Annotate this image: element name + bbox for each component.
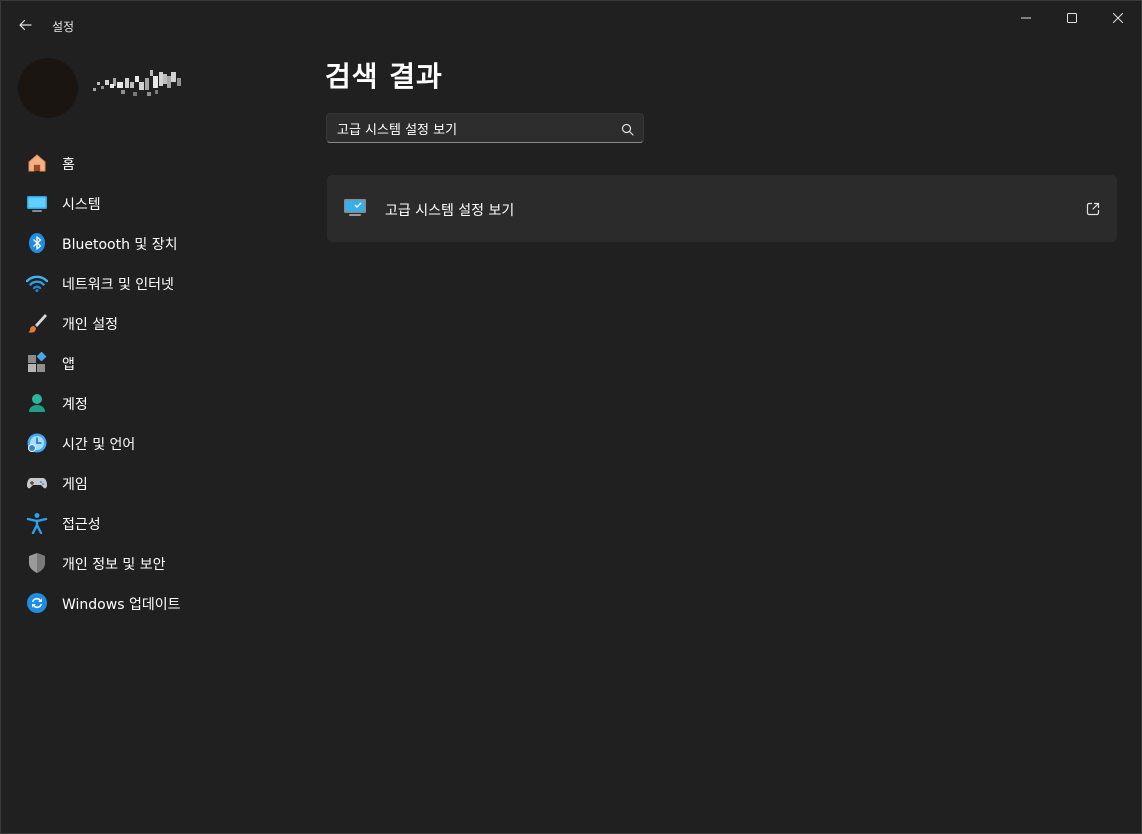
sidebar-item-label: 접근성	[62, 517, 101, 533]
avatar[interactable]	[18, 58, 78, 118]
user-name-obscured	[93, 68, 193, 104]
apps-icon	[26, 352, 48, 374]
search-box	[326, 113, 644, 143]
sidebar-item-label: 개인 정보 및 보안	[62, 557, 166, 573]
close-button[interactable]	[1095, 1, 1141, 35]
sidebar-item-accessibility[interactable]: 접근성	[15, 504, 295, 540]
sidebar-item-accounts[interactable]: 계정	[15, 384, 295, 420]
sidebar-item-windows-update[interactable]: Windows 업데이트	[15, 584, 295, 620]
sidebar-item-label: 시스템	[62, 197, 101, 213]
sidebar-item-time-language[interactable]: 시간 및 언어	[15, 424, 295, 460]
sidebar-item-home[interactable]: 홈	[15, 144, 295, 180]
shield-icon	[26, 552, 48, 574]
search-result-item[interactable]: 고급 시스템 설정 보기	[327, 175, 1117, 242]
sidebar-item-personalization[interactable]: 개인 설정	[15, 304, 295, 340]
wifi-icon	[26, 272, 48, 294]
monitor-icon	[343, 197, 367, 219]
sidebar-item-privacy[interactable]: 개인 정보 및 보안	[15, 544, 295, 580]
sidebar-item-gaming[interactable]: 게임	[15, 464, 295, 500]
minimize-button[interactable]	[1003, 1, 1049, 35]
account-icon	[26, 392, 48, 414]
maximize-button[interactable]	[1049, 1, 1095, 35]
search-result-label: 고급 시스템 설정 보기	[385, 203, 515, 219]
search-input[interactable]	[337, 114, 607, 142]
sidebar-item-network[interactable]: 네트워크 및 인터넷	[15, 264, 295, 300]
minimize-icon	[1021, 17, 1031, 19]
page-title: 검색 결과	[325, 60, 443, 93]
sidebar-item-apps[interactable]: 앱	[15, 344, 295, 380]
maximize-icon	[1067, 13, 1077, 23]
sidebar-item-label: 개인 설정	[62, 317, 118, 333]
system-icon	[26, 192, 48, 214]
sidebar-item-label: 네트워크 및 인터넷	[62, 277, 174, 293]
sidebar-item-label: 시간 및 언어	[62, 437, 136, 453]
title-bar: 설정	[1, 1, 1141, 49]
sidebar-item-label: 게임	[62, 477, 88, 493]
home-icon	[26, 152, 48, 174]
search-button[interactable]	[619, 121, 635, 137]
sidebar-item-label: 앱	[62, 357, 75, 373]
back-arrow-icon	[19, 19, 32, 31]
settings-window: 설정 홈 시스템 Bluetooth 및 장치 네트워크 및 인터넷 개인 설정…	[0, 0, 1142, 834]
sidebar-item-label: Bluetooth 및 장치	[62, 237, 178, 253]
external-link-icon	[1085, 201, 1101, 217]
sidebar-item-system[interactable]: 시스템	[15, 184, 295, 220]
app-title: 설정	[52, 20, 75, 34]
accessibility-icon	[26, 512, 48, 534]
sidebar-item-label: Windows 업데이트	[62, 597, 181, 613]
sidebar-item-label: 계정	[62, 397, 88, 413]
sidebar-item-bluetooth[interactable]: Bluetooth 및 장치	[15, 224, 295, 260]
sidebar-item-label: 홈	[62, 157, 75, 173]
sidebar-nav: 홈 시스템 Bluetooth 및 장치 네트워크 및 인터넷 개인 설정 앱 …	[15, 144, 295, 624]
bluetooth-icon	[26, 232, 48, 254]
back-button[interactable]	[11, 11, 39, 39]
gamepad-icon	[26, 472, 48, 494]
close-icon	[1113, 13, 1123, 23]
update-icon	[26, 592, 48, 614]
brush-icon	[26, 312, 48, 334]
search-icon	[621, 123, 634, 136]
time-language-icon	[26, 432, 48, 454]
